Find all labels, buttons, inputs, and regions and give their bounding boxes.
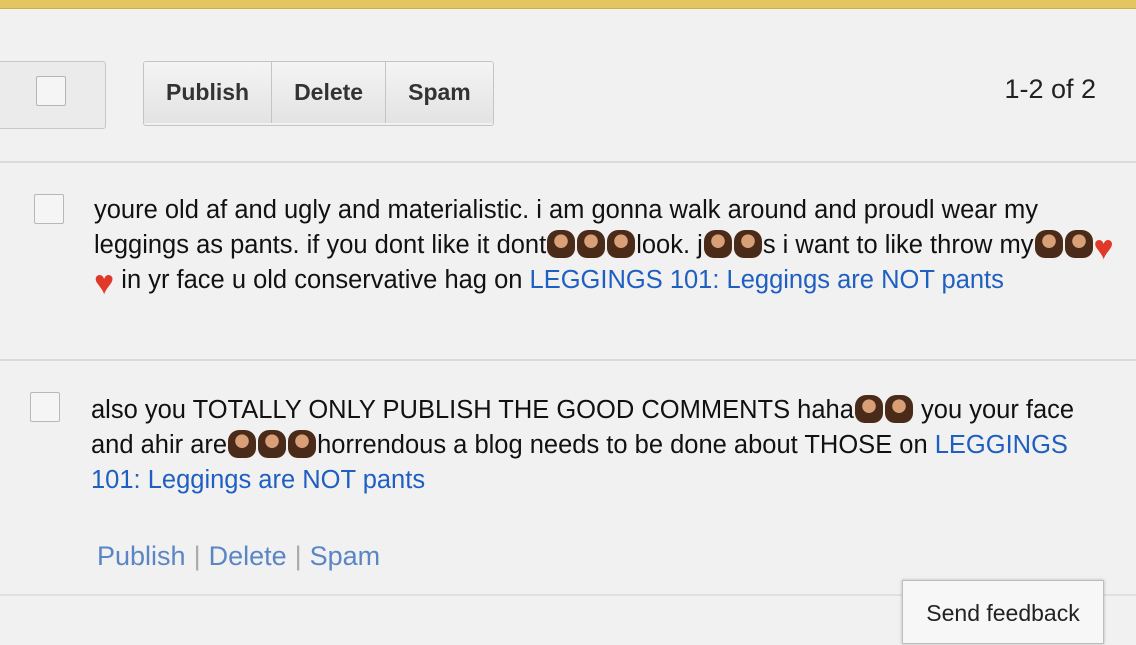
publish-link[interactable]: Publish [97, 541, 186, 571]
emoji-face-icon [703, 230, 732, 258]
spam-button[interactable]: Spam [386, 62, 493, 123]
delete-button[interactable]: Delete [272, 62, 387, 123]
post-link[interactable]: LEGGINGS 101: Leggings are NOT pants [530, 266, 1004, 294]
comment-text: youre old af and ugly and materialistic.… [94, 196, 1114, 302]
select-all-checkbox[interactable] [36, 76, 66, 106]
emoji-face-icon [854, 395, 883, 423]
separator: | [193, 541, 201, 571]
send-feedback-button[interactable]: Send feedback [902, 580, 1104, 644]
emoji-face-icon [733, 230, 762, 258]
emoji-face-icon [288, 430, 317, 458]
pagination-count: 1-2 of 2 [1004, 74, 1096, 104]
comment-text: also you TOTALLY ONLY PUBLISH THE GOOD C… [91, 395, 1075, 494]
publish-button[interactable]: Publish [144, 62, 273, 123]
heart-icon: ♥ [94, 264, 115, 302]
heart-icon: ♥ [1093, 229, 1114, 267]
emoji-face-icon [607, 230, 636, 258]
comment-checkbox[interactable] [34, 194, 64, 224]
emoji-face-icon [884, 395, 913, 423]
spam-link[interactable]: Spam [310, 541, 381, 571]
select-all-dropdown[interactable] [0, 61, 106, 129]
comment-checkbox[interactable] [30, 392, 60, 422]
divider [0, 161, 1136, 163]
top-accent-bar [0, 0, 1136, 9]
divider [0, 359, 1136, 361]
separator: | [294, 541, 302, 571]
comment-actions: Publish | Delete | Spam [97, 541, 380, 572]
emoji-face-icon [1064, 230, 1093, 258]
emoji-face-icon [547, 230, 576, 258]
emoji-face-icon [258, 430, 287, 458]
bulk-action-buttons: Publish Delete Spam [143, 61, 494, 126]
emoji-face-icon [577, 230, 606, 258]
emoji-face-icon [228, 430, 257, 458]
emoji-face-icon [1034, 230, 1063, 258]
delete-link[interactable]: Delete [209, 541, 287, 571]
